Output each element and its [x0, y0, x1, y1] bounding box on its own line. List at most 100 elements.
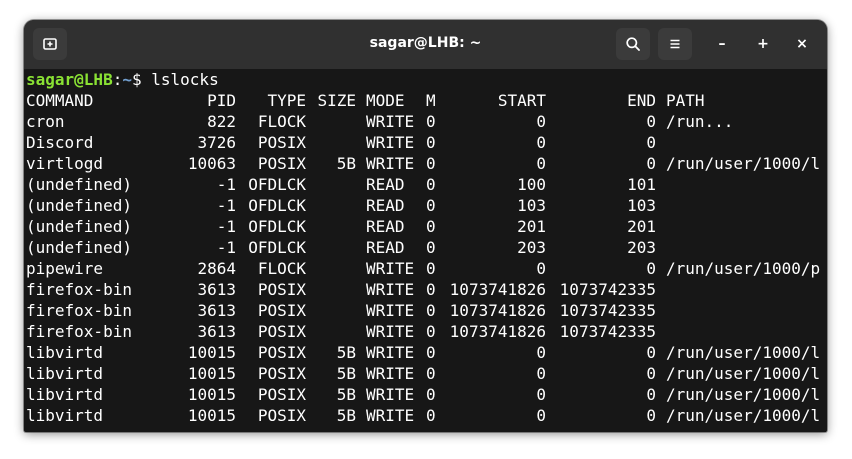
cell-type: POSIX [257, 301, 306, 320]
titlebar: sagar@LHB: ~ – + × [24, 20, 827, 70]
cell-command: (undefined) [26, 196, 132, 215]
cell-pid: 2864 [197, 259, 236, 278]
cell-type: POSIX [257, 133, 306, 152]
cell-path: /run/user/1000/l [666, 364, 821, 383]
header-command: COMMAND [26, 91, 94, 110]
cell-type: POSIX [257, 280, 306, 299]
cell-mode: WRITE [366, 301, 415, 320]
search-icon [626, 37, 640, 51]
minimize-button[interactable]: – [710, 32, 734, 56]
cell-command: firefox-bin [26, 280, 132, 299]
table-row: libvirtd 10015 POSIX 5B WRITE 0 0 0/run/user/10… [26, 405, 826, 426]
cell-command: Discord [26, 133, 94, 152]
cell-end: 0 [646, 406, 656, 425]
search-button[interactable] [616, 28, 650, 60]
cell-command: cron [26, 112, 65, 131]
cell-mode: READ [366, 175, 405, 194]
cell-mode: WRITE [366, 343, 415, 362]
cell-m: 0 [426, 112, 436, 131]
cell-type: POSIX [257, 364, 306, 383]
cell-path: /run/user/1000/p [666, 259, 821, 278]
prompt-line: sagar@LHB:~$ lslocks [26, 69, 219, 90]
header-end: END [627, 91, 656, 110]
cell-mode: WRITE [366, 322, 415, 341]
cell-size: 5B [336, 406, 356, 425]
cell-path: /run/user/1000/l [666, 385, 821, 404]
cell-m: 0 [426, 406, 436, 425]
cell-path: /run... [666, 112, 734, 131]
cell-path: /run/user/1000/l [666, 406, 821, 425]
table-row: cron 822 FLOCK WRITE 0 0 0/run... [26, 111, 826, 132]
table-row: (undefined) -1 OFDLCK READ 0 103 103 [26, 195, 826, 216]
cell-m: 0 [426, 154, 436, 173]
cell-command: (undefined) [26, 217, 132, 236]
cell-end: 1073742335 [559, 301, 656, 320]
cell-command: firefox-bin [26, 301, 132, 320]
cell-m: 0 [426, 238, 436, 257]
cell-start: 0 [536, 406, 546, 425]
header-mode: MODE [366, 91, 405, 110]
cell-type: FLOCK [257, 259, 306, 278]
prompt-user-host: sagar@LHB [26, 70, 113, 89]
cell-m: 0 [426, 280, 436, 299]
table-row: (undefined) -1 OFDLCK READ 0 201 201 [26, 216, 826, 237]
cell-pid: -1 [216, 238, 236, 257]
cell-type: POSIX [257, 385, 306, 404]
cell-size: 5B [336, 385, 356, 404]
cell-end: 103 [627, 196, 656, 215]
cell-type: FLOCK [257, 112, 306, 131]
table-row: firefox-bin 3613 POSIX WRITE 0 1073741826 1073… [26, 300, 826, 321]
cell-start: 0 [536, 154, 546, 173]
cell-start: 203 [517, 238, 546, 257]
cell-mode: WRITE [366, 259, 415, 278]
table-row: pipewire 2864 FLOCK WRITE 0 0 0/run/user/1000/… [26, 258, 826, 279]
cell-start: 1073741826 [449, 301, 546, 320]
cell-mode: READ [366, 238, 405, 257]
cell-end: 0 [646, 112, 656, 131]
cell-m: 0 [426, 385, 436, 404]
terminal-output[interactable]: sagar@LHB:~$ lslocks COMMAND PID TYPE SIZE M… [26, 69, 826, 432]
cell-type: POSIX [257, 406, 306, 425]
cell-type: OFDLCK [248, 238, 306, 257]
cell-mode: WRITE [366, 406, 415, 425]
cell-type: OFDLCK [248, 217, 306, 236]
cell-mode: READ [366, 196, 405, 215]
cell-m: 0 [426, 301, 436, 320]
cell-pid: 10015 [187, 343, 236, 362]
cell-command: (undefined) [26, 175, 132, 194]
prompt-path: ~ [122, 70, 132, 89]
cell-command: libvirtd [26, 364, 104, 383]
cell-command: libvirtd [26, 343, 104, 362]
cell-end: 203 [627, 238, 656, 257]
cell-start: 103 [517, 196, 546, 215]
cell-end: 1073742335 [559, 322, 656, 341]
cell-end: 0 [646, 154, 656, 173]
cell-pid: 3726 [197, 133, 236, 152]
table-row: Discord 3726 POSIX WRITE 0 0 0 [26, 132, 826, 153]
table-row: libvirtd 10015 POSIX 5B WRITE 0 0 0/run/user/10… [26, 363, 826, 384]
menu-button[interactable] [658, 28, 692, 60]
table-row: virtlogd 10063 POSIX 5B WRITE 0 0 0/run/user/10… [26, 153, 826, 174]
cell-command: pipewire [26, 259, 104, 278]
cell-m: 0 [426, 322, 436, 341]
table-row: firefox-bin 3613 POSIX WRITE 0 1073741826 1073… [26, 321, 826, 342]
maximize-button[interactable]: + [751, 32, 775, 56]
cell-path: /run/user/1000/l [666, 154, 821, 173]
cell-command: libvirtd [26, 406, 104, 425]
prompt-command: lslocks [151, 70, 219, 89]
cell-mode: WRITE [366, 133, 415, 152]
cell-pid: 822 [207, 112, 236, 131]
cell-pid: 3613 [197, 301, 236, 320]
terminal-window: sagar@LHB: ~ – + × sagar@LHB:~$ lslocks … [24, 20, 827, 432]
prompt-symbol: $ [131, 70, 142, 89]
cell-type: POSIX [257, 322, 306, 341]
cell-type: POSIX [257, 343, 306, 362]
cell-m: 0 [426, 217, 436, 236]
window-title: sagar@LHB: ~ [369, 35, 482, 51]
cell-m: 0 [426, 196, 436, 215]
cell-m: 0 [426, 259, 436, 278]
cell-m: 0 [426, 133, 436, 152]
close-button[interactable]: × [790, 32, 814, 56]
cell-end: 0 [646, 364, 656, 383]
hamburger-menu-icon [670, 39, 680, 49]
